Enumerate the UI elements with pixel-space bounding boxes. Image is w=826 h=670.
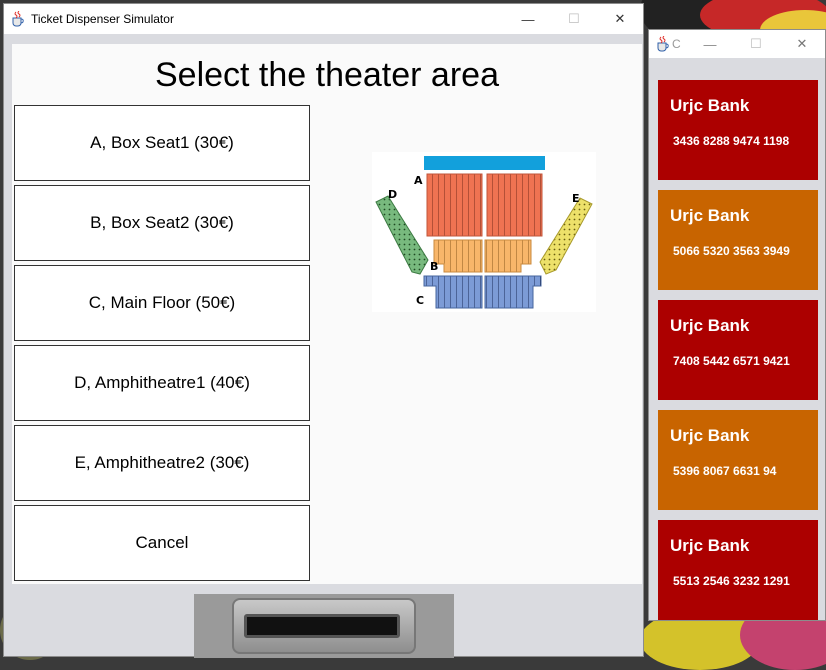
card-number: 5396 8067 6631 94 xyxy=(673,464,777,478)
cards-window: C — ☐ ✕ Urjc Bank 3436 8288 9474 1198 Ur… xyxy=(648,29,826,621)
ticket-dispenser-panel xyxy=(194,594,454,658)
card-number: 7408 5442 6571 9421 xyxy=(673,354,790,368)
section-a-right xyxy=(486,173,543,237)
section-b-letter: B xyxy=(430,260,438,273)
main-window: Ticket Dispenser Simulator — ☐ ✕ Select … xyxy=(3,3,644,658)
minimize-button[interactable]: — xyxy=(687,30,733,58)
section-e xyxy=(539,197,593,275)
maximize-button[interactable]: ☐ xyxy=(551,4,597,34)
cards-titlebar[interactable]: C — ☐ ✕ xyxy=(649,30,825,58)
section-d-letter: D xyxy=(388,188,397,201)
section-d xyxy=(375,195,429,275)
bank-card[interactable]: Urjc Bank 5396 8067 6631 94 xyxy=(658,410,818,510)
bank-card[interactable]: Urjc Bank 3436 8288 9474 1198 xyxy=(658,80,818,180)
area-b-button[interactable]: B, Box Seat2 (30€) xyxy=(14,185,310,261)
ticket-slot-opening xyxy=(244,614,400,638)
cancel-button[interactable]: Cancel xyxy=(14,505,310,581)
section-c-letter: C xyxy=(416,294,424,307)
bank-card[interactable]: Urjc Bank 5513 2546 3232 1291 xyxy=(658,520,818,620)
section-b-right xyxy=(484,239,532,273)
window-title: Ticket Dispenser Simulator xyxy=(31,12,174,26)
section-e-letter: E xyxy=(572,192,580,205)
area-a-button[interactable]: A, Box Seat1 (30€) xyxy=(14,105,310,181)
card-bank-name: Urjc Bank xyxy=(670,96,750,115)
theater-seat-map: A B C D E xyxy=(372,152,596,312)
minimize-button[interactable]: — xyxy=(505,4,551,34)
java-cup-icon xyxy=(656,36,670,52)
main-titlebar[interactable]: Ticket Dispenser Simulator — ☐ ✕ xyxy=(4,4,643,34)
page-title: Select the theater area xyxy=(154,56,499,94)
maximize-button[interactable]: ☐ xyxy=(733,30,779,58)
card-bank-name: Urjc Bank xyxy=(670,536,750,555)
card-number: 3436 8288 9474 1198 xyxy=(673,134,790,148)
java-cup-icon xyxy=(11,11,25,27)
section-c-right xyxy=(484,275,542,309)
cards-window-title: C xyxy=(672,37,681,51)
card-bank-name: Urjc Bank xyxy=(670,316,750,335)
card-number: 5066 5320 3563 3949 xyxy=(673,244,790,258)
bank-card[interactable]: Urjc Bank 7408 5442 6571 9421 xyxy=(658,300,818,400)
ticket-slot xyxy=(232,598,416,654)
area-c-button[interactable]: C, Main Floor (50€) xyxy=(14,265,310,341)
close-button[interactable]: ✕ xyxy=(779,30,825,58)
card-number: 5513 2546 3232 1291 xyxy=(673,574,790,588)
section-c-left xyxy=(423,275,483,309)
bank-card[interactable]: Urjc Bank 5066 5320 3563 3949 xyxy=(658,190,818,290)
card-bank-name: Urjc Bank xyxy=(670,206,750,225)
section-a-left xyxy=(426,173,483,237)
area-d-button[interactable]: D, Amphitheatre1 (40€) xyxy=(14,345,310,421)
stage-bar xyxy=(424,156,545,170)
section-b-left xyxy=(433,239,483,273)
main-content: Select the theater area A, Box Seat1 (30… xyxy=(12,44,642,584)
close-button[interactable]: ✕ xyxy=(597,4,643,34)
card-bank-name: Urjc Bank xyxy=(670,426,750,445)
section-a-letter: A xyxy=(414,174,423,187)
area-e-button[interactable]: E, Amphitheatre2 (30€) xyxy=(14,425,310,501)
